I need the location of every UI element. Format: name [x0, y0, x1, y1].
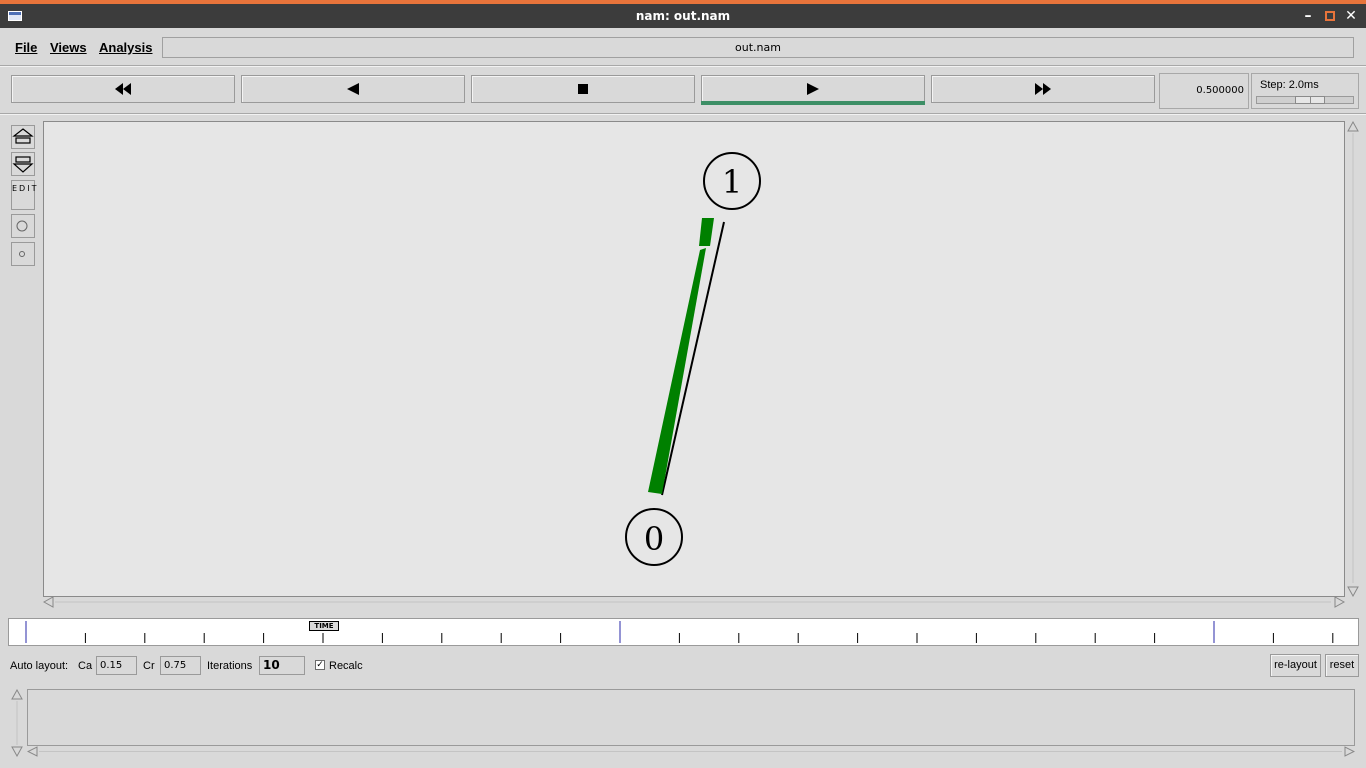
window-title: nam: out.nam [635, 9, 731, 23]
node-0[interactable]: 0 [625, 508, 683, 566]
ca-input[interactable]: 0.15 [96, 656, 137, 675]
timeline-ticks [25, 621, 1334, 643]
vertical-scrollbar[interactable] [1347, 120, 1359, 598]
filename-display: out.nam [162, 37, 1354, 58]
cr-label: Cr [143, 660, 155, 672]
node-large-button[interactable] [11, 214, 35, 238]
minimize-icon[interactable]: – [1298, 4, 1318, 28]
iterations-label: Iterations [207, 660, 253, 672]
menu-file[interactable]: File [15, 38, 37, 58]
bottom-horizontal-scrollbar[interactable] [26, 746, 1356, 757]
step-label: Step: 2.0ms [1260, 79, 1319, 91]
close-icon[interactable]: ✕ [1341, 4, 1361, 28]
titlebar[interactable]: nam: out.nam – ✕ [0, 4, 1366, 28]
step-slider[interactable] [1256, 96, 1354, 104]
menu-analysis[interactable]: Analysis [99, 38, 152, 58]
auto-layout-label: Auto layout: [10, 660, 69, 672]
zoom-in-button[interactable] [11, 125, 35, 149]
play-active-indicator [701, 101, 925, 105]
play-backward-icon [347, 83, 359, 95]
node-label: 1 [722, 163, 742, 201]
bottom-vertical-scrollbar[interactable] [11, 688, 23, 758]
link-line [661, 221, 725, 496]
horizontal-scrollbar[interactable] [42, 596, 1346, 608]
network-canvas[interactable]: 1 0 [43, 121, 1345, 597]
menu-views[interactable]: Views [50, 38, 87, 58]
node-1[interactable]: 1 [703, 152, 761, 210]
cr-input[interactable]: 0.75 [160, 656, 201, 675]
separator [0, 113, 1366, 115]
edit-button[interactable]: EDIT [11, 180, 36, 210]
network-topology: 1 0 [625, 152, 761, 566]
annotation-panel[interactable] [27, 689, 1355, 746]
fast-rewind-button[interactable] [11, 75, 235, 103]
zoom-out-button[interactable] [11, 152, 35, 176]
play-button[interactable] [701, 75, 925, 103]
step-slider-thumb[interactable] [1295, 96, 1325, 104]
current-time: 0.500000 [1159, 73, 1249, 109]
circle-icon [16, 220, 28, 232]
fast-rewind-icon [115, 83, 131, 95]
ca-label: Ca [78, 660, 93, 672]
fast-forward-button[interactable] [931, 75, 1155, 103]
play-backward-button[interactable] [241, 75, 465, 103]
separator [0, 65, 1366, 67]
maximize-icon[interactable] [1320, 4, 1340, 28]
zoom-in-icon [12, 128, 34, 144]
fast-forward-icon [1035, 83, 1051, 95]
iterations-input[interactable]: 10 [259, 656, 305, 675]
zoom-out-icon [12, 156, 34, 173]
stop-icon [578, 84, 588, 94]
small-circle-icon [19, 251, 25, 257]
step-control: Step: 2.0ms [1251, 73, 1359, 109]
stop-button[interactable] [471, 75, 695, 103]
relayout-button[interactable]: re-layout [1270, 654, 1321, 677]
timeline-slider[interactable]: TIME [8, 618, 1359, 646]
node-label: 0 [644, 520, 664, 558]
reset-button[interactable]: reset [1325, 654, 1359, 677]
window-icon[interactable] [8, 11, 22, 21]
node-small-button[interactable] [11, 242, 35, 266]
time-marker[interactable]: TIME [309, 621, 339, 631]
recalc-checkbox[interactable]: ✓ [315, 660, 325, 670]
play-icon [807, 83, 819, 95]
packet [699, 218, 714, 246]
recalc-label: Recalc [329, 660, 363, 672]
packet-stream [648, 248, 706, 494]
